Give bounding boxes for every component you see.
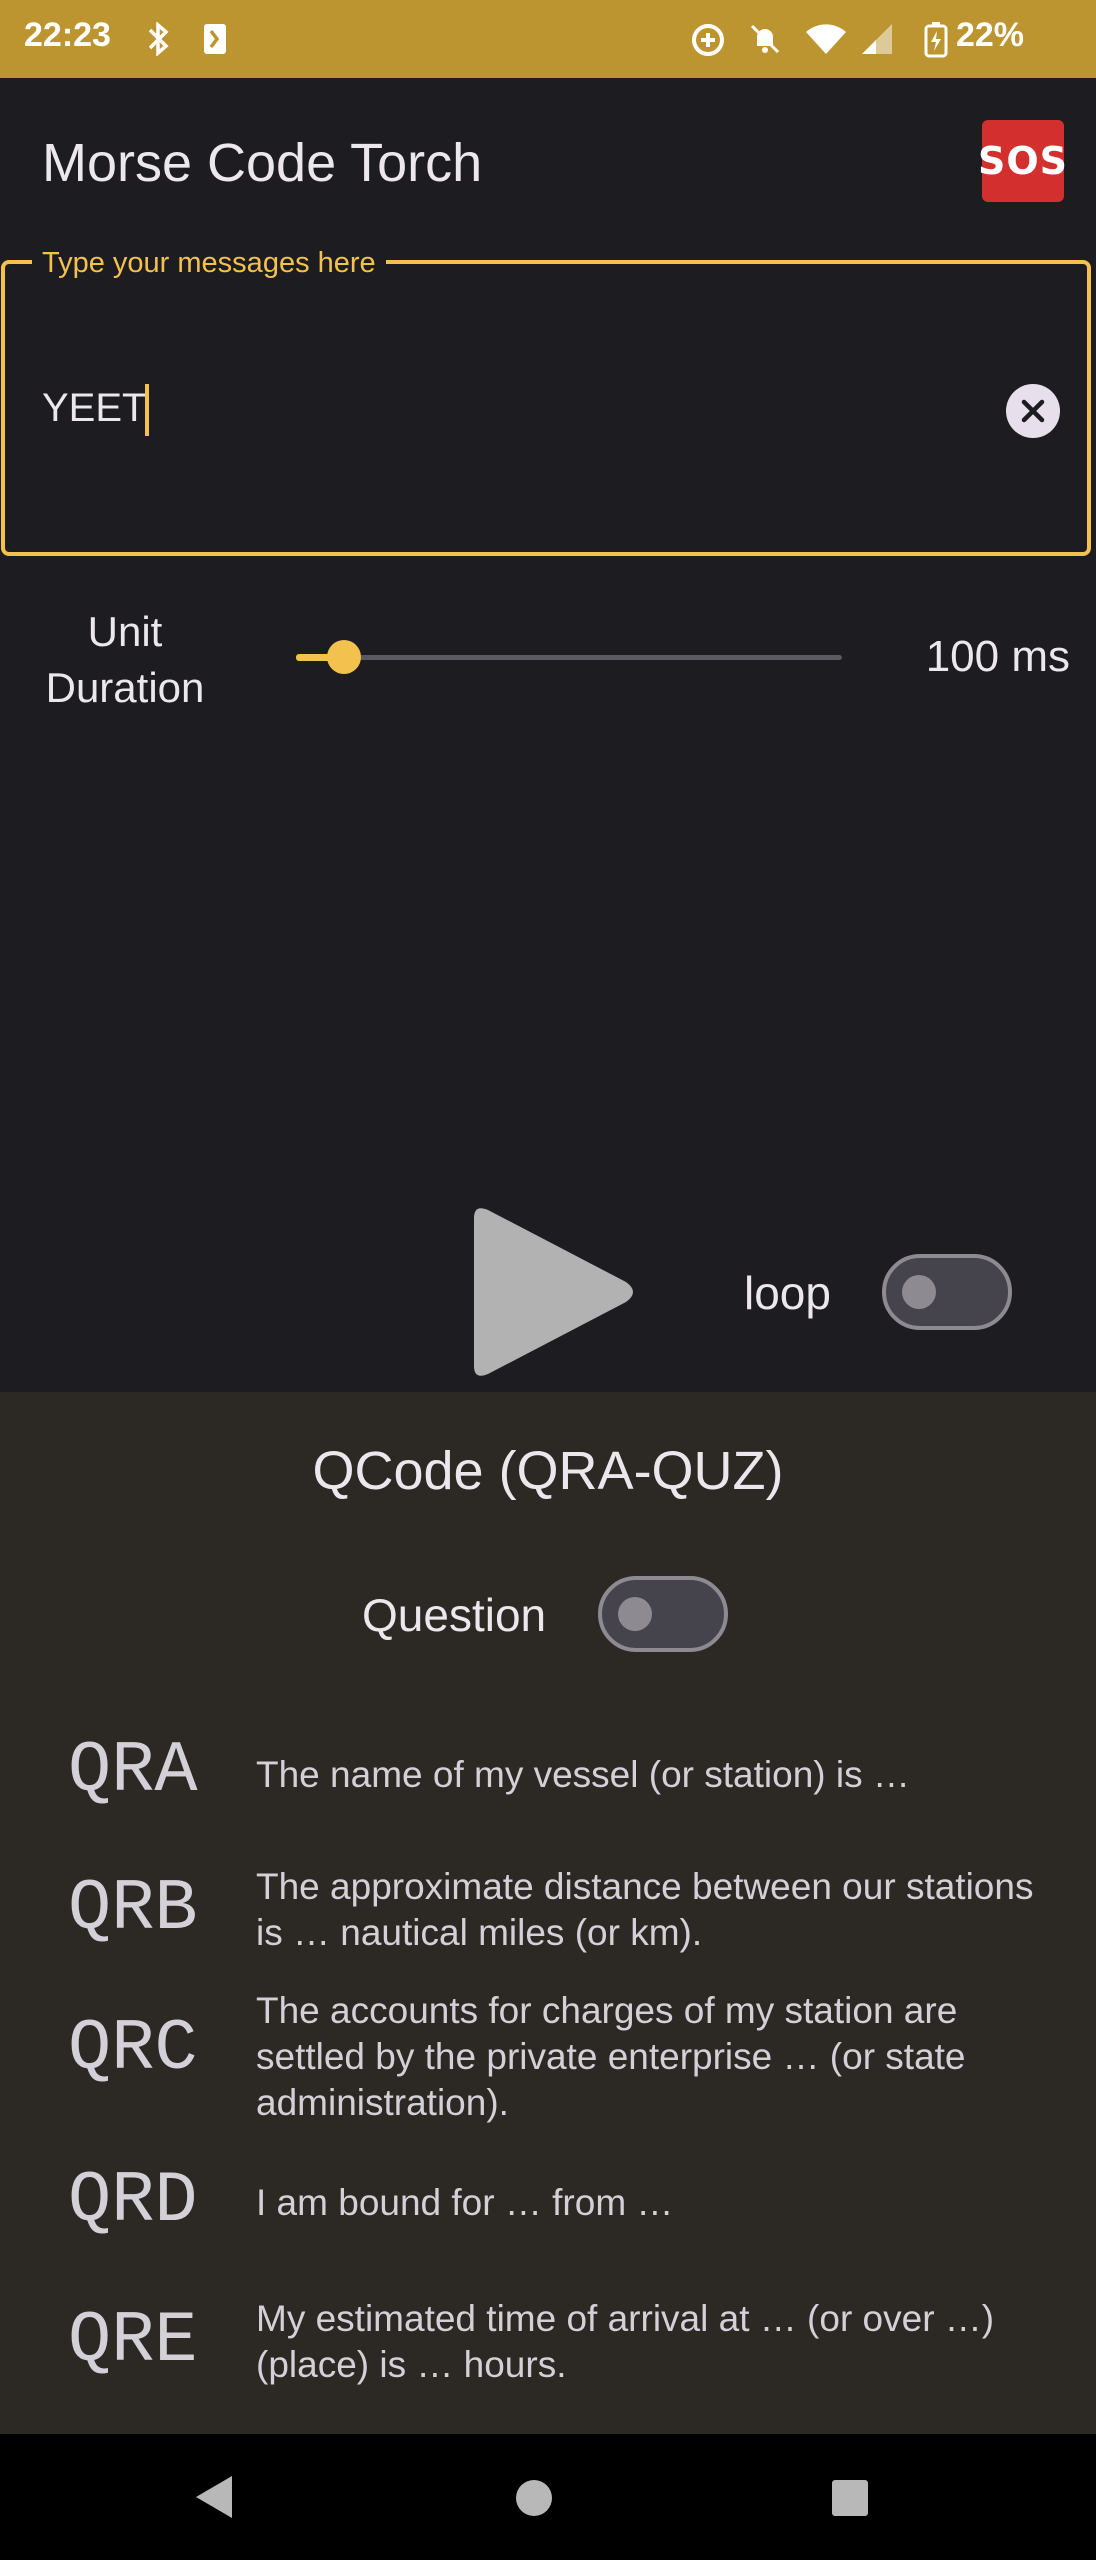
message-input-value[interactable]: YEET	[42, 386, 146, 431]
unit-duration-label-line1: Unit	[87, 608, 163, 655]
unit-duration-slider-track[interactable]	[296, 655, 842, 660]
bluetooth-icon	[148, 22, 169, 56]
unit-duration-value: 100 ms	[925, 632, 1070, 681]
question-toggle[interactable]	[598, 1576, 728, 1652]
qcode-code: QRA	[68, 1730, 198, 1812]
clear-text-button[interactable]	[1006, 384, 1060, 438]
question-toggle-knob	[618, 1597, 652, 1631]
qcode-description: The accounts for charges of my station a…	[256, 1990, 966, 2123]
wifi-icon	[806, 24, 846, 54]
navigation-bar	[0, 2434, 1096, 2560]
status-time: 22:23	[24, 16, 111, 54]
loop-toggle[interactable]	[882, 1254, 1012, 1330]
unit-duration-slider-thumb[interactable]	[327, 640, 361, 674]
qcode-panel-title: QCode (QRA-QUZ)	[312, 1441, 784, 1501]
qcode-code: QRE	[68, 2300, 198, 2382]
battery-charging-icon	[924, 22, 948, 58]
close-icon	[1021, 399, 1045, 423]
message-input[interactable]	[1, 260, 1091, 556]
loop-label: loop	[744, 1267, 831, 1319]
qcode-description: My estimated time of arrival at … (or ov…	[256, 2298, 995, 2385]
qcode-code: QRC	[68, 2008, 198, 2090]
battery-percentage: 22%	[955, 16, 1024, 54]
qcode-code: QRB	[68, 1868, 198, 1950]
play-button[interactable]	[452, 1200, 642, 1384]
sos-button[interactable]: SOS	[978, 120, 1067, 202]
recents-icon[interactable]	[830, 2478, 870, 2518]
data-saver-icon	[692, 24, 724, 56]
qcode-description: I am bound for … from …	[256, 2182, 674, 2223]
signal-icon	[862, 24, 892, 54]
qcode-description: The name of my vessel (or station) is …	[256, 1754, 910, 1795]
question-label: Question	[362, 1589, 547, 1641]
unit-duration-label: Unit Duration	[20, 604, 230, 716]
qcode-code: QRD	[68, 2160, 198, 2242]
nfc-icon	[204, 24, 226, 54]
text-caret	[145, 384, 149, 436]
unit-duration-label-line2: Duration	[45, 664, 205, 711]
app-title: Morse Code Torch	[42, 133, 483, 193]
message-input-label: Type your messages here	[32, 247, 386, 280]
qcode-description: The approximate distance between our sta…	[256, 1866, 1034, 1953]
back-icon[interactable]	[192, 2474, 236, 2520]
loop-toggle-knob	[902, 1275, 936, 1309]
home-icon[interactable]	[514, 2478, 554, 2518]
do-not-disturb-icon	[750, 24, 780, 54]
